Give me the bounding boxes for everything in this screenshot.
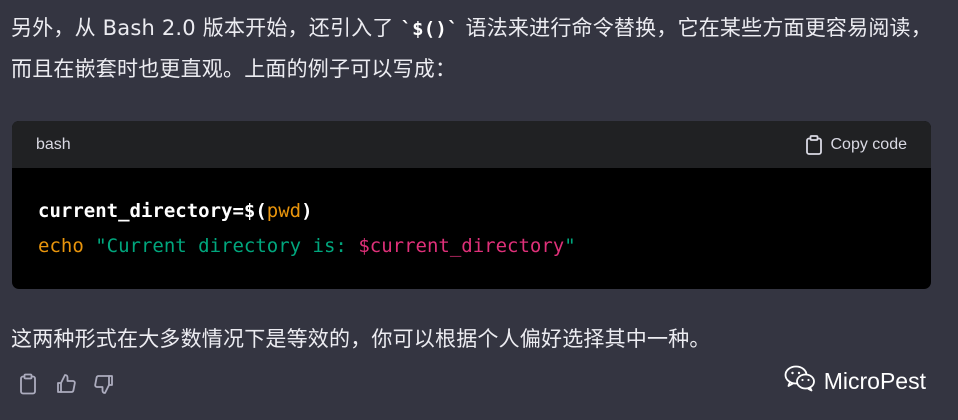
message-paragraph-1: 另外，从 Bash 2.0 版本开始，还引入了 `$()` 语法来进行命令替换，… [11, 8, 941, 89]
clipboard-icon [805, 134, 823, 155]
code-token-string-end: " [564, 235, 576, 257]
message-actions [16, 372, 116, 396]
code-token-variable: $current_directory [358, 235, 565, 257]
code-body: current_directory=$(pwd) echo "Current di… [12, 168, 931, 264]
copy-code-button[interactable]: Copy code [805, 134, 908, 155]
code-block: bash Copy code current_directory=$(pwd) e… [12, 121, 931, 289]
wechat-icon [784, 364, 816, 398]
code-token-string: "Current directory is: [95, 235, 359, 257]
paragraph-text: 另外，从 Bash 2.0 版本开始，还引入了 [11, 16, 401, 40]
code-language-label: bash [36, 135, 71, 153]
message-paragraph-2: 这两种形式在大多数情况下是等效的，你可以根据个人偏好选择其中一种。 [11, 327, 711, 351]
code-line: current_directory=$(pwd) [38, 194, 905, 229]
code-line: echo "Current directory is: $current_dir… [38, 229, 905, 264]
code-token-paren: ) [301, 200, 313, 222]
code-token-assign: current_directory=$( [38, 200, 267, 222]
watermark-label: MicroPest [823, 367, 926, 394]
watermark: MicroPest [784, 364, 926, 398]
code-token-builtin: echo [38, 235, 84, 257]
thumbs-up-icon[interactable] [54, 372, 78, 396]
thumbs-down-icon[interactable] [92, 372, 116, 396]
copy-code-label: Copy code [830, 135, 908, 153]
code-block-header: bash Copy code [12, 121, 931, 168]
inline-code: `$()` [400, 18, 459, 40]
clipboard-icon[interactable] [16, 372, 40, 396]
code-token-command: pwd [266, 200, 302, 222]
